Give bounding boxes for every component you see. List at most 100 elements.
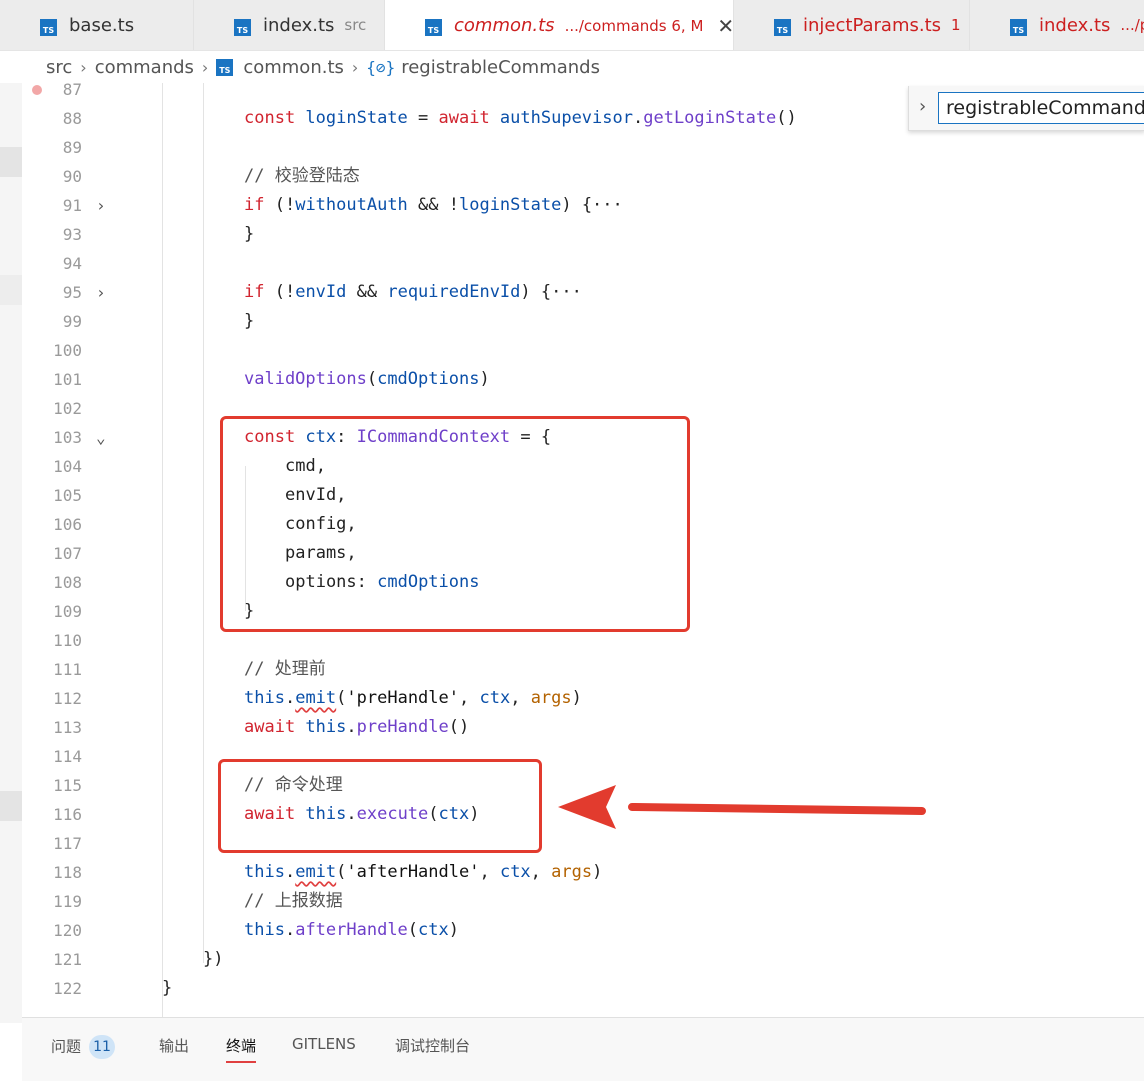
symbol-variable-icon: {⊘} <box>366 57 396 77</box>
code-token: // 处理前 <box>244 659 326 679</box>
code-token: // 上报数据 <box>244 891 343 911</box>
code-token: this <box>244 862 285 882</box>
line-number: 111 <box>53 660 82 679</box>
highlight-box-execute <box>218 759 542 853</box>
panel-tab-terminal[interactable]: 终端 <box>226 1035 257 1063</box>
code-editor[interactable]: 87 88 const loginState = await authSupevis… <box>22 83 1144 1018</box>
chevron-right-icon: › <box>80 57 87 77</box>
breadcrumb-file[interactable]: common.ts <box>243 57 344 78</box>
close-icon[interactable]: ✕ <box>717 14 734 38</box>
code-line: 121}) <box>22 945 1144 974</box>
breadcrumb-src[interactable]: src <box>46 57 72 78</box>
code-token: if <box>244 282 275 302</box>
line-number: 114 <box>53 747 82 766</box>
code-line: 101 validOptions(cmdOptions) <box>22 365 1144 394</box>
code-token: ( <box>336 862 347 882</box>
line-number: 88 <box>62 109 82 128</box>
line-number: 99 <box>62 312 82 331</box>
code-token: preHandle <box>356 717 449 737</box>
tab-description: .../para <box>1120 16 1144 34</box>
code-token: loginState <box>458 195 562 215</box>
code-line: 111 // 处理前 <box>22 655 1144 684</box>
typescript-file-icon: TS <box>216 58 234 76</box>
code-token: if <box>244 195 275 215</box>
code-token: envId <box>295 282 347 302</box>
annotation-arrow-icon <box>558 785 926 829</box>
fold-collapsed-icon[interactable]: › <box>96 191 106 220</box>
line-number: 119 <box>53 892 82 911</box>
code-token: , <box>530 862 552 882</box>
tab-filename: index.ts <box>1039 14 1111 36</box>
editor-tab[interactable]: TS index.ts .../para <box>970 0 1144 50</box>
line-number: 100 <box>53 341 82 360</box>
typescript-file-icon: TS <box>234 19 251 36</box>
editor-tab[interactable]: TS common.ts .../commands 6, M ✕ <box>385 0 734 50</box>
panel-tab-problems[interactable]: 问题 11 <box>51 1035 116 1059</box>
code-text: this.emit('afterHandle', ctx, args) <box>244 858 602 887</box>
breadcrumb-symbol[interactable]: registrableCommands <box>401 57 600 78</box>
code-token: (! <box>274 195 296 215</box>
tab-filename: common.ts <box>454 15 555 36</box>
code-line: 95 › if (!envId && requiredEnvId) {··· <box>22 278 1144 307</box>
chevron-right-icon[interactable]: › <box>919 96 926 117</box>
code-line: 117 <box>22 829 1144 858</box>
code-text: } <box>162 974 172 1003</box>
line-number: 112 <box>53 689 82 708</box>
code-token: ) <box>571 688 582 708</box>
panel-tab-gitlens[interactable]: GITLENS <box>292 1035 356 1053</box>
code-text: if (!envId && requiredEnvId) {··· <box>244 278 582 307</box>
line-number: 101 <box>53 370 82 389</box>
code-token: args <box>530 688 572 708</box>
code-token: , <box>459 688 480 708</box>
panel-tab-debug-console[interactable]: 调试控制台 <box>395 1035 470 1056</box>
line-number: 118 <box>53 863 82 882</box>
code-token: emit <box>295 862 337 882</box>
line-number: 113 <box>53 718 82 737</box>
line-number: 120 <box>53 921 82 940</box>
editor-tab[interactable]: TS base.ts <box>0 0 194 50</box>
panel-tab-output[interactable]: 输出 <box>159 1035 189 1056</box>
code-token: && <box>346 282 388 302</box>
breadcrumb: src › commands › TS common.ts › {⊘} regi… <box>0 51 1144 83</box>
line-number: 108 <box>53 573 82 592</box>
code-line: 122} <box>22 974 1144 1003</box>
panel-tab-label: 终端 <box>226 1037 257 1055</box>
sticky-symbol-box[interactable]: registrableCommands <box>938 92 1144 124</box>
code-token: () <box>448 717 470 737</box>
chevron-right-icon: › <box>201 57 209 77</box>
chevron-right-icon: › <box>351 57 359 77</box>
code-text: // 校验登陆态 <box>244 162 360 191</box>
code-line: 113 await this.preHandle() <box>22 713 1144 742</box>
line-number: 89 <box>62 138 82 157</box>
code-line: 94 <box>22 249 1144 278</box>
code-line: 90 // 校验登陆态 <box>22 162 1144 191</box>
code-token: . <box>284 920 296 940</box>
code-token: ctx <box>479 688 511 708</box>
line-number: 106 <box>53 515 82 534</box>
line-number: 93 <box>62 225 82 244</box>
code-token: , <box>510 688 531 708</box>
breakpoint-icon[interactable] <box>32 85 42 95</box>
code-token: } <box>244 224 255 244</box>
code-token: 'preHandle' <box>346 688 459 708</box>
line-number: 115 <box>53 776 82 795</box>
problems-count-badge: 11 <box>89 1035 116 1059</box>
code-token: ) <box>592 862 603 882</box>
editor-tab[interactable]: TS index.ts src <box>194 0 385 50</box>
strip-marker <box>0 275 22 305</box>
line-number: 104 <box>53 457 82 476</box>
code-token: ( <box>407 920 419 940</box>
code-token: ) <box>479 369 490 389</box>
line-number: 90 <box>62 167 82 186</box>
fold-expanded-icon[interactable]: ⌄ <box>96 423 106 452</box>
editor-tab[interactable]: TS injectParams.ts 1 <box>734 0 970 50</box>
line-number: 94 <box>62 254 82 273</box>
breadcrumb-commands[interactable]: commands <box>95 57 194 78</box>
code-token: validOptions <box>244 369 367 389</box>
code-token: this <box>305 717 347 737</box>
sticky-scroll-widget[interactable]: › registrableCommands <box>908 86 1144 131</box>
tab-filename: index.ts <box>263 14 335 36</box>
code-token: withoutAuth <box>295 195 408 215</box>
fold-collapsed-icon[interactable]: › <box>96 278 106 307</box>
code-token: ctx <box>499 862 531 882</box>
